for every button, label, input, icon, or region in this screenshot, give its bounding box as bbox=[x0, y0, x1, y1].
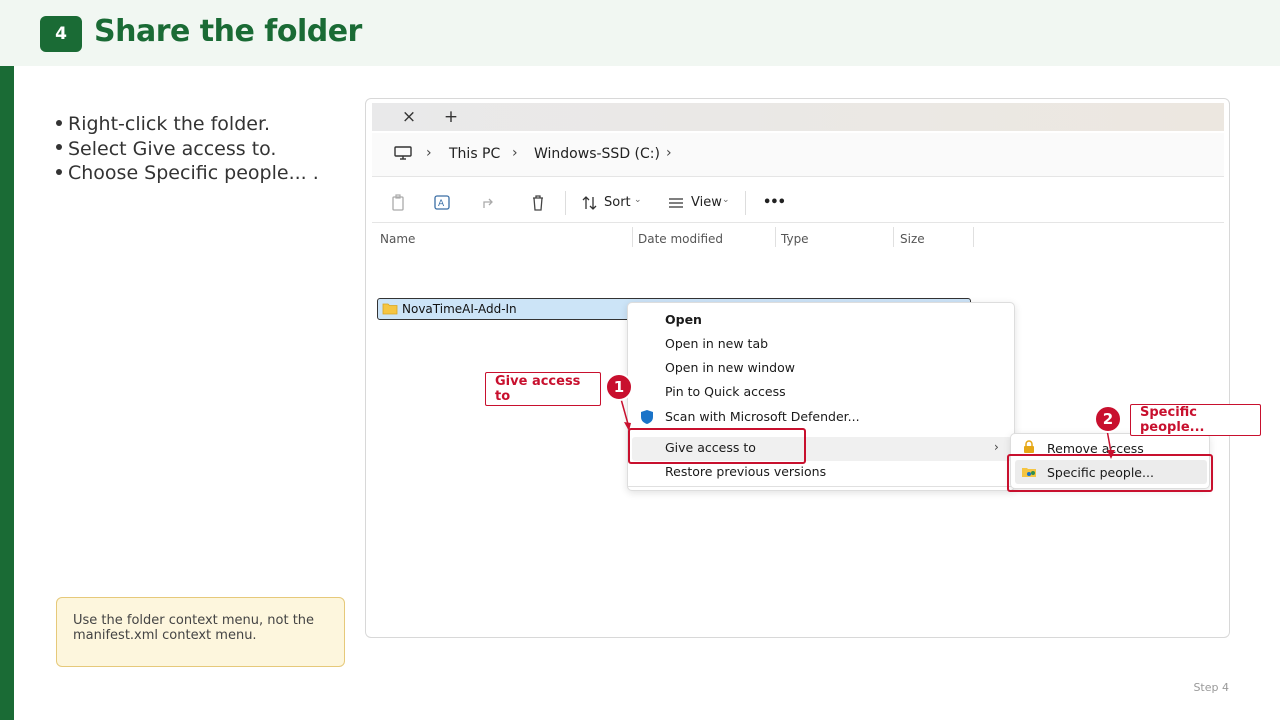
callout-give-access: Give access to bbox=[485, 372, 601, 406]
arrow-line bbox=[620, 398, 629, 425]
callout-arrows bbox=[620, 398, 1115, 459]
arrow-head-icon bbox=[1107, 450, 1115, 459]
callout-specific-people: Specific people... bbox=[1130, 404, 1261, 436]
callout-number-2: 2 bbox=[1094, 405, 1122, 433]
slide: 4 Share the folder Right-click the folde… bbox=[0, 0, 1280, 720]
arrow-line bbox=[1106, 429, 1112, 453]
callout-number-1: 1 bbox=[605, 373, 633, 401]
arrow-head-icon bbox=[624, 422, 631, 431]
